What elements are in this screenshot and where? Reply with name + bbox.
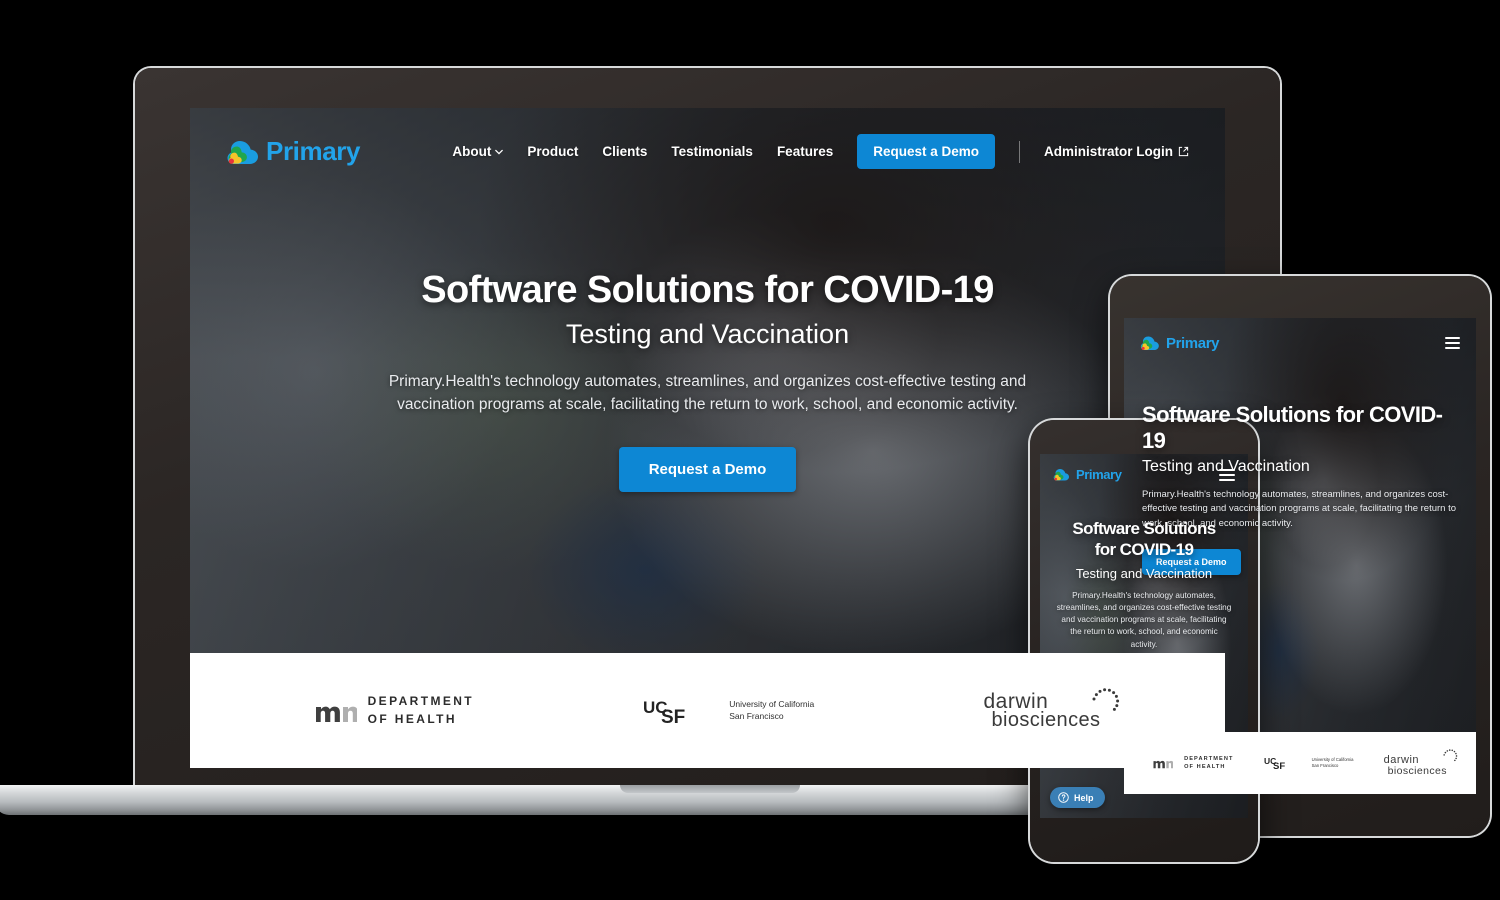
- desktop-navbar: Primary About Product Clients Testimonia…: [190, 108, 1225, 169]
- hamburger-menu-icon[interactable]: [1445, 337, 1460, 349]
- device-mockup-stage: Primary About Product Clients Testimonia…: [0, 0, 1500, 900]
- help-widget-button[interactable]: Help: [1050, 787, 1105, 808]
- help-widget-label: Help: [1074, 792, 1094, 803]
- ucsf-subtext: University of California San Francisco: [729, 699, 815, 721]
- primary-cloud-logo-icon: [227, 140, 258, 164]
- brand-name-phone: Primary: [1076, 467, 1122, 482]
- svg-text:SF: SF: [661, 707, 685, 725]
- hero-body: Primary.Health's technology automates, s…: [388, 373, 1027, 414]
- client-logo-mn-dept-health-tablet: DEPARTMENT OF HEALTH: [1153, 755, 1233, 771]
- hero-subtitle-phone: Testing and Vaccination: [1075, 565, 1213, 581]
- ucsf-wordmark-icon: UC SF: [1264, 756, 1285, 770]
- external-link-icon: [1178, 146, 1189, 157]
- mn-dept-health-wordmark: DEPARTMENT OF HEALTH: [367, 694, 475, 726]
- chevron-down-icon: [495, 149, 504, 155]
- darwin-wordmark-bottom: biosciences: [991, 708, 1101, 731]
- hero-subtitle: Testing and Vaccination: [565, 319, 850, 349]
- mn-dept-health-wordmark-tablet: DEPARTMENT OF HEALTH: [1184, 755, 1234, 770]
- phone-navbar: Primary: [1040, 454, 1248, 482]
- nav-item-features[interactable]: Features: [777, 144, 833, 159]
- nav-links: About Product Clients Testimonials Featu…: [452, 134, 1189, 169]
- hero-section: Software Solutions for COVID-19 Testing …: [190, 169, 1225, 492]
- nav-item-clients[interactable]: Clients: [602, 144, 647, 159]
- nav-item-about[interactable]: About: [452, 144, 504, 159]
- hero-title-phone: Software Solutions for COVID-19: [1072, 519, 1216, 560]
- primary-cloud-logo-icon: [1140, 336, 1159, 351]
- ucsf-wordmark-icon: UC SF: [643, 698, 685, 725]
- phone-mockup: Primary Software Solutions for COVID-19 …: [1030, 420, 1258, 862]
- nav-request-demo-button[interactable]: Request a Demo: [857, 134, 995, 169]
- nav-item-product[interactable]: Product: [527, 144, 578, 159]
- brand-name: Primary: [266, 136, 361, 166]
- client-logo-strip: DEPARTMENT OF HEALTH UC SF University of…: [190, 653, 1225, 768]
- hamburger-menu-icon[interactable]: [1219, 468, 1235, 481]
- primary-cloud-logo-icon: [1053, 469, 1069, 481]
- brand-name-tablet: Primary: [1166, 334, 1220, 352]
- darwin-arc-icon: [1443, 748, 1458, 761]
- administrator-login-link[interactable]: Administrator Login: [1044, 144, 1189, 159]
- darwin-wordmark-bottom-tablet: biosciences: [1387, 764, 1447, 777]
- hero-title: Software Solutions for COVID-19: [421, 269, 994, 311]
- darwin-arc-icon: [1092, 687, 1120, 711]
- hero-body-phone: Primary.Health's technology automates, s…: [1056, 590, 1232, 649]
- client-logo-strip-tablet: DEPARTMENT OF HEALTH UC SF University of…: [1124, 732, 1476, 794]
- client-logo-ucsf-tablet: UC SF University of California San Franc…: [1264, 756, 1354, 770]
- mn-monogram-icon: [1153, 760, 1174, 769]
- brand-logo[interactable]: Primary: [226, 136, 360, 167]
- nav-item-testimonials[interactable]: Testimonials: [671, 144, 753, 159]
- laptop-notch: [620, 785, 800, 793]
- website-desktop: Primary About Product Clients Testimonia…: [190, 108, 1225, 768]
- ucsf-subtext-tablet: University of California San Francisco: [1311, 757, 1354, 768]
- nav-divider: [1019, 140, 1020, 163]
- brand-logo-phone[interactable]: Primary: [1053, 467, 1122, 482]
- question-circle-icon: [1058, 792, 1069, 803]
- tablet-navbar: Primary: [1124, 318, 1476, 352]
- svg-text:SF: SF: [1273, 761, 1285, 770]
- darwin-wordmark-top-tablet: darwin: [1383, 753, 1420, 766]
- client-logo-ucsf: UC SF University of California San Franc…: [643, 697, 814, 725]
- hero-request-demo-button[interactable]: Request a Demo: [618, 446, 797, 492]
- laptop-screen: Primary About Product Clients Testimonia…: [190, 108, 1225, 768]
- laptop-mockup: Primary About Product Clients Testimonia…: [0, 68, 1425, 815]
- client-logo-darwin-biosciences-tablet: darwin biosciences: [1383, 748, 1458, 777]
- brand-logo-tablet[interactable]: Primary: [1140, 334, 1219, 352]
- mn-monogram-icon: [315, 706, 357, 722]
- client-logo-mn-dept-health: DEPARTMENT OF HEALTH: [315, 693, 474, 728]
- client-logo-darwin-biosciences: darwin biosciences: [983, 687, 1120, 732]
- hero-title-tablet: Software Solutions for COVID-19: [1142, 402, 1443, 453]
